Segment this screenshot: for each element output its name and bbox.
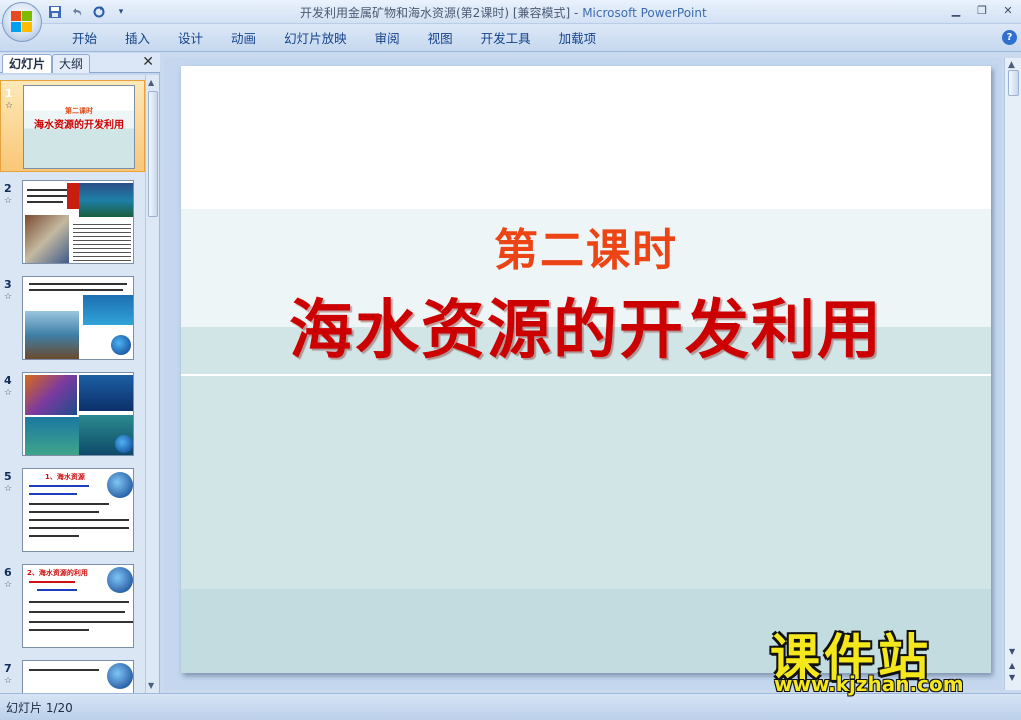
tab-slides[interactable]: 幻灯片 <box>2 54 53 73</box>
tab-outline[interactable]: 大纲 <box>52 54 91 73</box>
slide-thumbnail-4[interactable]: 4 ☆ <box>0 368 145 460</box>
slide-thumbnail-3[interactable]: 3 ☆ <box>0 272 145 364</box>
tab-addins[interactable]: 加载项 <box>545 31 611 47</box>
transition-star-icon: ☆ <box>4 388 13 398</box>
watermark-url: www.kjzhan.com <box>774 672 964 696</box>
slides-pane: 幻灯片 大纲 ✕ 1 ☆ 第二课时 海水资源的开发利用 2 ☆ 3 ☆ 4 ☆ … <box>0 53 160 693</box>
thumbnails-scrollbar[interactable]: ▲ ▼ <box>145 75 159 693</box>
thumbnail-preview: 第二课时 海水资源的开发利用 <box>23 85 135 169</box>
office-button[interactable] <box>2 2 42 42</box>
slide-number: 1 <box>5 87 13 100</box>
close-icon[interactable]: ✕ <box>999 2 1017 18</box>
minimize-icon[interactable]: ▁ <box>947 2 965 18</box>
slide-thumbnail-2[interactable]: 2 ☆ <box>0 176 145 268</box>
pane-tabs: 幻灯片 大纲 ✕ <box>0 53 160 73</box>
slide-thumbnail-7[interactable]: 7 ☆ <box>0 656 145 693</box>
scroll-down-icon[interactable]: ▼ <box>148 681 154 690</box>
save-icon[interactable] <box>46 3 64 21</box>
tab-insert[interactable]: 插入 <box>111 31 164 47</box>
close-pane-icon[interactable]: ✕ <box>142 54 154 70</box>
slide-number: 5 <box>4 470 12 483</box>
title-bar: ▾ 开发利用金属矿物和海水资源(第2课时) [兼容模式] - Microsoft… <box>0 0 1021 42</box>
thumb-heading: 2、海水资源的利用 <box>27 569 88 577</box>
slide-number: 7 <box>4 662 12 675</box>
next-slide-icon[interactable]: ▼ <box>1009 674 1015 682</box>
editor-scrollbar[interactable]: ▲ ▼ ▲ ▼ <box>1004 58 1021 690</box>
slide-number: 6 <box>4 566 12 579</box>
thumb-title: 海水资源的开发利用 <box>34 120 124 131</box>
slide-subtitle[interactable]: 第二课时 <box>181 214 991 278</box>
thumbnail-preview: 1、海水资源 <box>22 468 134 552</box>
document-title: 开发利用金属矿物和海水资源(第2课时) [兼容模式] <box>300 6 571 20</box>
tab-review[interactable]: 审阅 <box>361 31 414 47</box>
tab-design[interactable]: 设计 <box>164 31 217 47</box>
slide-thumbnails: 1 ☆ 第二课时 海水资源的开发利用 2 ☆ 3 ☆ 4 ☆ 5 ☆ 1、海水资… <box>0 75 145 693</box>
tab-home[interactable]: 开始 <box>58 31 111 47</box>
transition-star-icon: ☆ <box>4 292 13 302</box>
thumb-heading: 1、海水资源 <box>45 473 85 481</box>
slide-divider-line <box>181 374 991 376</box>
customize-icon[interactable]: ▾ <box>112 3 130 21</box>
restore-icon[interactable]: ❐ <box>973 2 991 18</box>
undo-icon[interactable] <box>68 3 86 21</box>
window-title: 开发利用金属矿物和海水资源(第2课时) [兼容模式] - Microsoft P… <box>300 4 707 21</box>
slide-counter: 幻灯片 1/20 <box>6 701 73 715</box>
thumbnail-preview <box>22 372 134 456</box>
slide-number: 3 <box>4 278 12 291</box>
scroll-up-icon[interactable]: ▲ <box>148 78 154 87</box>
slide-editor: 第二课时 海水资源的开发利用 <box>164 58 1002 690</box>
transition-star-icon: ☆ <box>4 580 13 590</box>
previous-slide-icon[interactable]: ▲ <box>1009 662 1015 670</box>
scroll-down-icon[interactable]: ▼ <box>1009 648 1015 656</box>
slide-number: 2 <box>4 182 12 195</box>
thumbnail-preview <box>22 180 134 264</box>
quick-access-toolbar: ▾ <box>46 3 130 21</box>
tab-slideshow[interactable]: 幻灯片放映 <box>270 31 361 47</box>
thumbnail-preview: 2、海水资源的利用 <box>22 564 134 648</box>
thumbnail-preview <box>22 660 134 693</box>
tab-view[interactable]: 视图 <box>414 31 467 47</box>
transition-star-icon: ☆ <box>4 484 13 494</box>
title-separator: - <box>574 6 579 20</box>
current-slide[interactable]: 第二课时 海水资源的开发利用 <box>181 66 991 673</box>
thumb-subtitle: 第二课时 <box>65 107 93 115</box>
slide-thumbnail-1[interactable]: 1 ☆ 第二课时 海水资源的开发利用 <box>0 80 145 172</box>
slide-thumbnail-6[interactable]: 6 ☆ 2、海水资源的利用 <box>0 560 145 652</box>
scroll-up-icon[interactable]: ▲ <box>1008 60 1015 70</box>
app-name: Microsoft PowerPoint <box>582 6 707 20</box>
slide-title[interactable]: 海水资源的开发利用 <box>181 279 991 371</box>
transition-star-icon: ☆ <box>5 101 14 111</box>
watermark: 课件站 www.kjzhan.com <box>768 618 1008 698</box>
redo-icon[interactable] <box>90 3 108 21</box>
tab-animations[interactable]: 动画 <box>217 31 270 47</box>
transition-star-icon: ☆ <box>4 196 13 206</box>
thumbnail-preview <box>22 276 134 360</box>
transition-star-icon: ☆ <box>4 676 13 686</box>
slide-number: 4 <box>4 374 12 387</box>
help-icon[interactable]: ? <box>1002 30 1017 45</box>
ribbon-tabs: 开始 插入 设计 动画 幻灯片放映 审阅 视图 开发工具 加载项 <box>58 31 610 47</box>
window-controls: ▁ ❐ ✕ <box>947 2 1017 18</box>
scroll-thumb[interactable] <box>1008 70 1019 96</box>
office-logo-icon <box>11 11 33 33</box>
tab-developer[interactable]: 开发工具 <box>467 31 545 47</box>
slide-thumbnail-5[interactable]: 5 ☆ 1、海水资源 <box>0 464 145 556</box>
ribbon: 开始 插入 设计 动画 幻灯片放映 审阅 视图 开发工具 加载项 ? <box>0 24 1021 52</box>
scroll-thumb[interactable] <box>148 91 158 217</box>
